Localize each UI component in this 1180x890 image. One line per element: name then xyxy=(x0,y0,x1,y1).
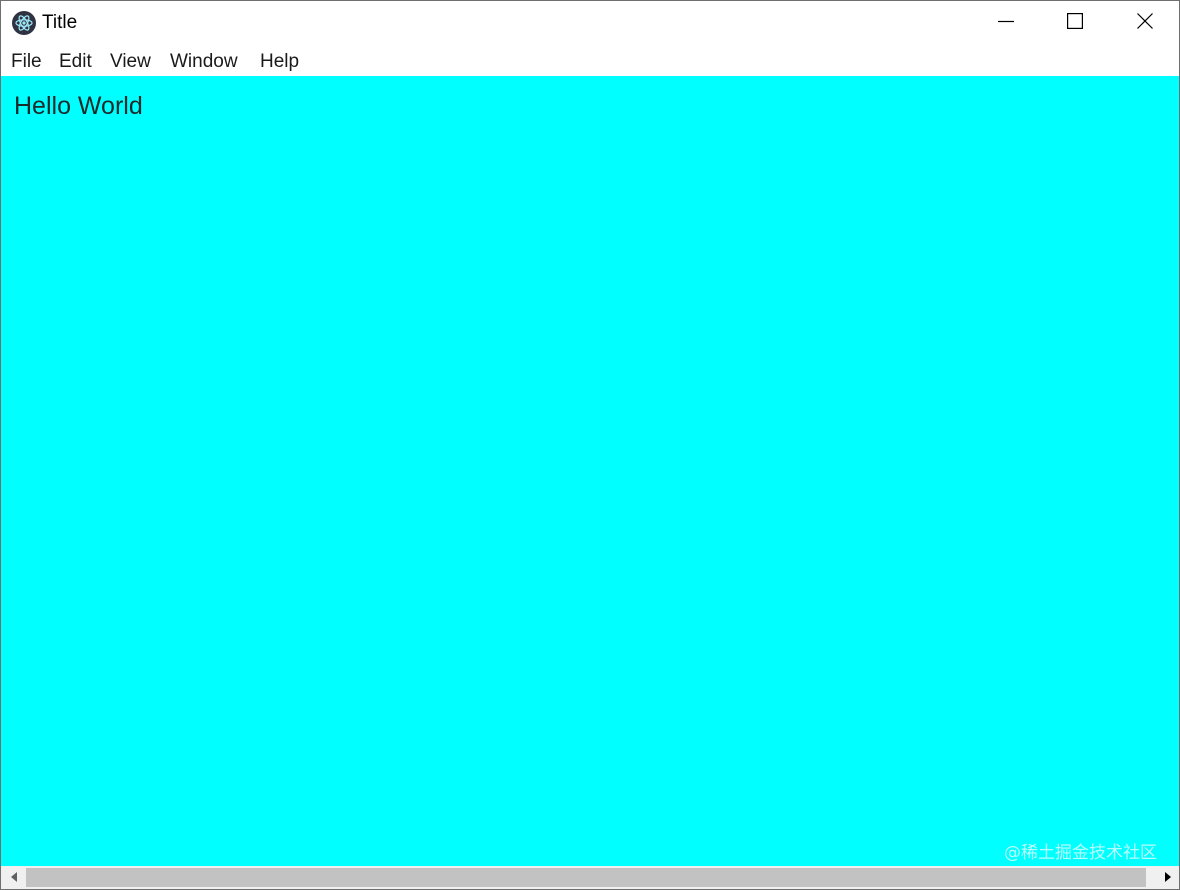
scrollbar-thumb[interactable] xyxy=(26,868,1146,887)
scroll-left-icon xyxy=(10,869,18,887)
minimize-button[interactable] xyxy=(971,1,1041,45)
scroll-left-button[interactable] xyxy=(3,866,25,889)
maximize-button[interactable] xyxy=(1040,1,1110,45)
content-area: Hello World @稀土掘金技术社区 xyxy=(1,76,1179,866)
title-bar[interactable]: Title xyxy=(1,1,1179,45)
close-icon xyxy=(1137,12,1153,34)
menu-edit[interactable]: Edit xyxy=(59,51,92,73)
menu-file[interactable]: File xyxy=(11,51,42,73)
app-window: Title File Edit View Window Help Hello W… xyxy=(0,0,1180,890)
hello-text: Hello World xyxy=(14,92,143,120)
menu-bar: File Edit View Window Help xyxy=(1,45,1179,76)
window-title: Title xyxy=(42,12,78,33)
electron-atom-icon xyxy=(12,11,36,35)
watermark: @稀土掘金技术社区 xyxy=(1004,843,1157,863)
horizontal-scrollbar[interactable] xyxy=(1,866,1179,889)
scroll-right-button[interactable] xyxy=(1157,866,1179,889)
minimize-icon xyxy=(998,13,1014,34)
close-button[interactable] xyxy=(1110,1,1179,45)
menu-view[interactable]: View xyxy=(110,51,151,73)
menu-help[interactable]: Help xyxy=(260,51,299,73)
scroll-right-icon xyxy=(1164,869,1172,887)
menu-window[interactable]: Window xyxy=(170,51,238,73)
maximize-icon xyxy=(1067,12,1084,34)
